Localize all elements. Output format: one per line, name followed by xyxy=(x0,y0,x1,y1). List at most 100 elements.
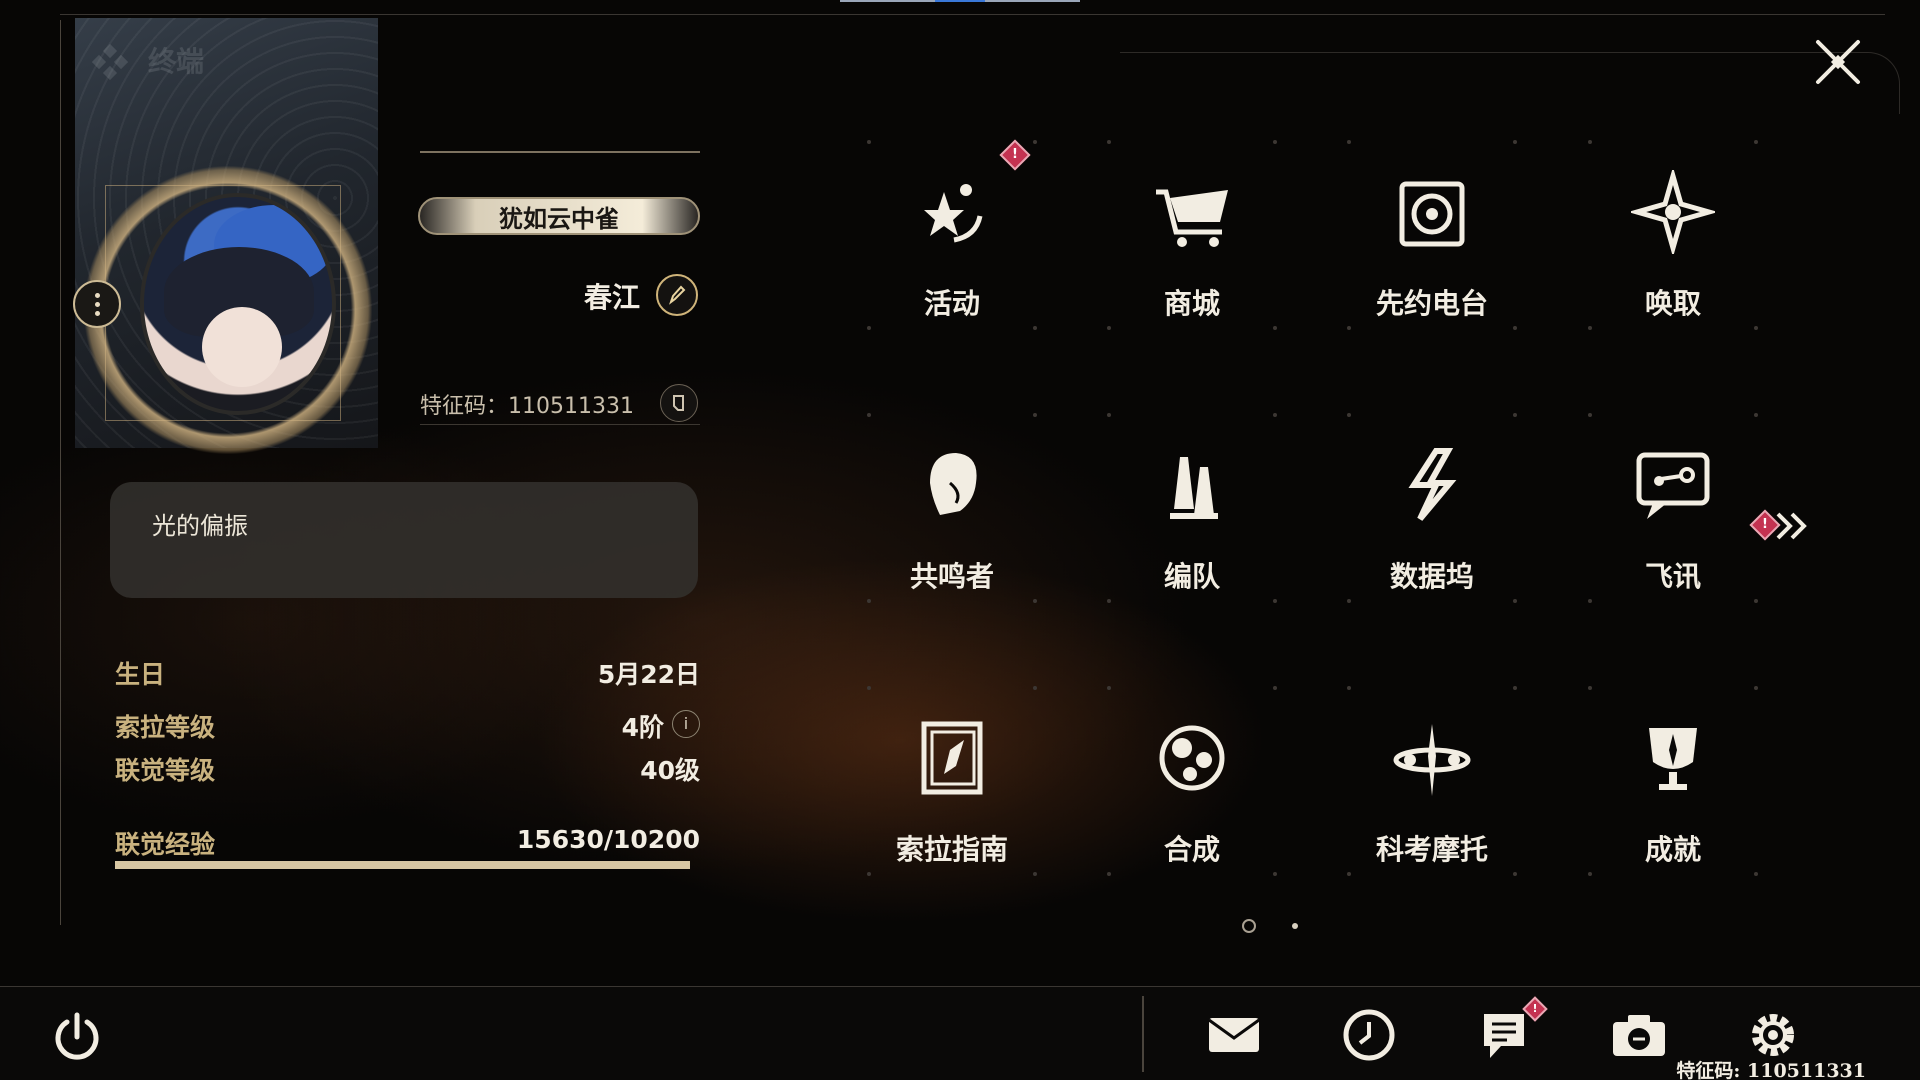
grid-corner-dot xyxy=(1273,599,1277,603)
pencil-icon xyxy=(669,285,686,305)
grid-corner-dot xyxy=(1347,326,1351,330)
menu-item-9[interactable]: 索拉指南 xyxy=(867,686,1037,876)
grid-corner-dot xyxy=(1033,872,1037,876)
menu-item-3[interactable]: 先约电台 xyxy=(1347,140,1517,330)
notice-icon[interactable] xyxy=(1475,1008,1533,1062)
player-title-badge[interactable]: 犹如云中雀 xyxy=(418,197,700,235)
stat-label: 索拉等级 xyxy=(115,713,216,742)
grid-corner-dot xyxy=(1588,326,1592,330)
grid-corner-dot xyxy=(1033,326,1037,330)
menu-item-label: 商城 xyxy=(1163,287,1220,320)
gear-icon[interactable] xyxy=(1744,1008,1802,1062)
grid-corner-dot xyxy=(1754,326,1758,330)
profile-divider xyxy=(420,151,700,153)
menu-item-7[interactable]: 数据坞 xyxy=(1347,413,1517,603)
menu-item-10[interactable]: 合成 xyxy=(1107,686,1277,876)
grid-corner-dot xyxy=(1107,140,1111,144)
grid-corner-dot xyxy=(867,872,871,876)
grid-corner-dot xyxy=(1347,140,1351,144)
menu-item-label: 索拉指南 xyxy=(895,833,1008,866)
grid-corner-dot xyxy=(1347,599,1351,603)
exp-progress-fill xyxy=(115,861,690,869)
uid-divider xyxy=(420,424,700,425)
menu-item-label: 成就 xyxy=(1644,833,1701,866)
shopping-cart-icon xyxy=(1156,189,1228,247)
player-title-text: 犹如云中雀 xyxy=(499,204,619,233)
stat-value: 40级 xyxy=(640,756,700,785)
grid-corner-dot xyxy=(1513,686,1517,690)
event-stars-icon xyxy=(924,184,983,243)
more-dot-icon xyxy=(94,292,100,298)
menu-item-6[interactable]: 编队 xyxy=(1107,413,1277,603)
camera-icon[interactable] xyxy=(1610,1008,1668,1062)
edit-name-button[interactable] xyxy=(656,274,698,316)
grid-corner-dot xyxy=(1107,599,1111,603)
header-frame-curve xyxy=(1120,52,1900,114)
alert-glyph: ! xyxy=(1012,147,1018,162)
grid-corner-dot xyxy=(1033,140,1037,144)
grid-corner-dot xyxy=(1033,413,1037,417)
grid-corner-dot xyxy=(1273,140,1277,144)
footer-uid: 特征码: 110511331 xyxy=(1676,1060,1866,1080)
avatar-more-options-button[interactable] xyxy=(73,280,121,328)
stat-label: 生日 xyxy=(115,660,166,689)
compass-star-icon xyxy=(1631,170,1715,254)
menu-item-11[interactable]: 科考摩托 xyxy=(1347,686,1517,876)
clock-icon[interactable] xyxy=(1340,1008,1398,1062)
stat-value: 15630/10200 xyxy=(516,825,700,854)
grid-corner-dot xyxy=(1347,872,1351,876)
menu-item-label: 数据坞 xyxy=(1389,560,1474,593)
grid-corner-dot xyxy=(867,326,871,330)
menu-item-1[interactable]: 活动 xyxy=(867,140,1037,330)
grid-corner-dot xyxy=(867,599,871,603)
menu-item-5[interactable]: 共鸣者 xyxy=(867,413,1037,603)
next-page-chevrons-icon[interactable] xyxy=(1748,506,1814,546)
mail-icon[interactable] xyxy=(1205,1008,1263,1062)
top-frame-line xyxy=(60,14,1885,15)
grid-corner-dot xyxy=(1588,872,1592,876)
radio-icon xyxy=(1399,181,1465,247)
signature-text: 光的偏振 xyxy=(152,512,248,540)
menu-item-2[interactable]: 商城 xyxy=(1107,140,1277,330)
menu-item-12[interactable]: 成就 xyxy=(1588,686,1758,876)
stat-row-union-exp: 联觉经验 15630/10200 xyxy=(115,825,700,859)
more-dot-icon xyxy=(94,310,100,316)
grid-corner-dot xyxy=(1107,326,1111,330)
stat-value: 4阶 xyxy=(621,713,664,742)
stat-row-union-level: 联觉等级 40级 xyxy=(115,751,700,785)
page-indicator-1[interactable] xyxy=(1242,919,1256,933)
info-icon[interactable]: i xyxy=(672,710,700,738)
grid-corner-dot xyxy=(1588,140,1592,144)
motorcycle-icon xyxy=(1393,724,1471,796)
trophy-icon xyxy=(1649,728,1697,790)
grid-corner-dot xyxy=(1754,413,1758,417)
avatar-face xyxy=(202,307,282,387)
page-indicator-2[interactable] xyxy=(1292,923,1298,929)
menu-item-label: 共鸣者 xyxy=(909,560,994,593)
power-icon[interactable] xyxy=(50,1010,104,1064)
alert-glyph: ! xyxy=(1532,1002,1538,1015)
avatar[interactable] xyxy=(140,193,336,415)
player-uid: 特征码：110511331 xyxy=(420,394,634,419)
stat-label: 联觉经验 xyxy=(115,830,216,859)
stat-label: 联觉等级 xyxy=(115,756,216,785)
bottom-bar-divider xyxy=(1142,996,1144,1072)
stat-row-sol-rank: 索拉等级 4阶 i xyxy=(115,708,700,742)
data-dock-icon xyxy=(1408,448,1457,521)
grid-corner-dot xyxy=(1754,686,1758,690)
close-x-icon[interactable] xyxy=(1812,36,1864,88)
menu-item-label: 合成 xyxy=(1163,833,1220,866)
grid-corner-dot xyxy=(1754,872,1758,876)
signature-box[interactable]: 光的偏振 xyxy=(110,482,698,598)
grid-corner-dot xyxy=(1033,599,1037,603)
grid-corner-dot xyxy=(1754,599,1758,603)
grid-corner-dot xyxy=(1273,872,1277,876)
grid-corner-dot xyxy=(867,413,871,417)
menu-item-8[interactable]: 飞讯 xyxy=(1588,413,1758,603)
grid-corner-dot xyxy=(1513,872,1517,876)
menu-item-4[interactable]: 唤取 xyxy=(1588,140,1758,330)
chess-team-icon xyxy=(1170,457,1218,519)
grid-corner-dot xyxy=(1513,599,1517,603)
copy-uid-button[interactable] xyxy=(660,384,698,422)
grid-corner-dot xyxy=(1513,413,1517,417)
